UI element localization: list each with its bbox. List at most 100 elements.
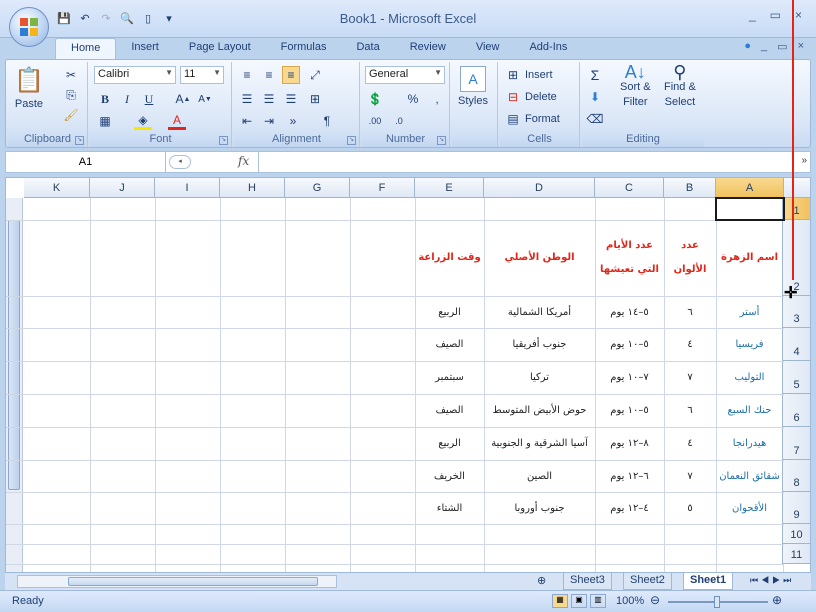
cell-flower-name[interactable]: شقائق النعمان — [716, 460, 783, 492]
help-icon[interactable]: ● — [744, 40, 751, 53]
column-header-i[interactable]: I — [155, 178, 220, 198]
insert-sheet-icon[interactable]: ⊕ — [537, 574, 546, 587]
styles-button[interactable]: A Styles — [458, 66, 488, 107]
active-cell-a1[interactable] — [715, 197, 785, 221]
cell-lifespan[interactable]: ٧–١٠ يوم — [595, 361, 664, 394]
currency-icon[interactable]: 💲 — [366, 90, 384, 108]
column-header-j[interactable]: J — [90, 178, 155, 198]
cell-native-region[interactable]: أمريكا الشمالية — [484, 296, 595, 328]
cell-flower-name[interactable]: هيدرانجا — [716, 427, 783, 460]
cell-native-region[interactable]: تركيا — [484, 361, 595, 394]
sheet-tab-sheet2[interactable]: Sheet2 — [623, 573, 672, 590]
font-size-combo[interactable]: 11 ▼ — [180, 66, 224, 84]
zoom-slider[interactable] — [668, 596, 768, 608]
row-header-10[interactable]: 10 — [782, 524, 810, 544]
normal-view-icon[interactable]: ▦ — [552, 594, 568, 608]
column-header-a[interactable]: A — [716, 178, 784, 198]
column-header-b[interactable]: B — [664, 178, 716, 198]
header-planting-season[interactable]: وقت الزراعة — [415, 220, 484, 296]
column-header-c[interactable]: C — [595, 178, 664, 198]
horizontal-scroll-thumb[interactable] — [68, 577, 318, 586]
column-header-f[interactable]: F — [350, 178, 415, 198]
maximize-button[interactable]: ▭ — [770, 8, 781, 22]
font-color-icon[interactable]: A — [168, 112, 186, 130]
increase-decimal-icon[interactable]: .00 — [366, 112, 384, 130]
cell-color-count[interactable]: ٧ — [664, 460, 716, 492]
cell-planting-season[interactable]: الربيع — [415, 427, 484, 460]
minimize-button[interactable]: _ — [749, 8, 756, 22]
cell-color-count[interactable]: ٧ — [664, 361, 716, 394]
middle-align-icon[interactable]: ≡ — [260, 66, 278, 84]
autosum-icon[interactable]: Σ — [586, 66, 604, 84]
font-name-combo[interactable]: Calibri ▼ — [94, 66, 176, 84]
insert-function-icon[interactable]: fx — [238, 154, 249, 168]
cell-color-count[interactable]: ٤ — [664, 427, 716, 460]
formula-input[interactable] — [258, 152, 792, 172]
cell-lifespan[interactable]: ٨–١٢ يوم — [595, 427, 664, 460]
cell-native-region[interactable]: جنوب أفريقيا — [484, 328, 595, 361]
zoom-in-icon[interactable]: ⊕ — [772, 593, 782, 607]
cell-lifespan[interactable]: ٥–١٤ يوم — [595, 296, 664, 328]
cell-planting-season[interactable]: الصيف — [415, 328, 484, 361]
expand-formula-bar-icon[interactable]: » — [801, 155, 807, 166]
cell-planting-season[interactable]: الشتاء — [415, 492, 484, 524]
number-format-combo[interactable]: General ▼ — [365, 66, 445, 84]
tab-insert[interactable]: Insert — [116, 38, 174, 60]
header-native-region[interactable]: الوطن الأصلي — [484, 220, 595, 296]
orientation-icon[interactable]: ⤢ — [306, 66, 324, 84]
sheet-nav-arrows-icon[interactable]: ⏮◀▶⏭ — [750, 575, 794, 586]
cell-color-count[interactable]: ٤ — [664, 328, 716, 361]
doc-restore-button[interactable]: ▭ — [777, 40, 787, 53]
paste-button[interactable]: 📋 Paste — [14, 66, 44, 110]
cell-native-region[interactable]: الصين — [484, 460, 595, 492]
zoom-slider-thumb[interactable] — [714, 596, 720, 608]
sort-filter-button[interactable]: A↓ Sort & Filter — [620, 63, 651, 108]
align-left-icon[interactable]: ☰ — [238, 90, 256, 108]
cell-flower-name[interactable]: حنك السبع — [716, 394, 783, 427]
cell-lifespan[interactable]: ٥–١٠ يوم — [595, 394, 664, 427]
grow-font-icon[interactable]: A ▲ — [174, 90, 192, 108]
zoom-level[interactable]: 100% — [616, 595, 644, 607]
rtl-icon[interactable]: ¶ — [318, 112, 336, 130]
row-header-5[interactable]: 5 — [782, 361, 810, 394]
select-all-corner[interactable] — [782, 178, 810, 198]
cell-native-region[interactable]: آسيا الشرقية و الجنوبية — [484, 427, 595, 460]
cell-flower-name[interactable]: التوليب — [716, 361, 783, 394]
fill-icon[interactable]: ⬇ — [586, 88, 604, 106]
center-icon[interactable]: ☰ — [260, 90, 278, 108]
tab-data[interactable]: Data — [341, 38, 394, 60]
clear-icon[interactable]: ⌫ — [586, 110, 604, 128]
doc-minimize-button[interactable]: _ — [761, 40, 767, 53]
column-header-h[interactable]: H — [220, 178, 285, 198]
format-painter-icon[interactable]: 🖌 — [62, 106, 80, 124]
cell-lifespan[interactable]: ٦–١٢ يوم — [595, 460, 664, 492]
tab-add-ins[interactable]: Add-Ins — [514, 38, 582, 60]
column-header-d[interactable]: D — [484, 178, 595, 198]
bold-button[interactable]: B — [96, 90, 114, 108]
header-lifespan-days[interactable]: عدد الأيام التي تعيشها — [595, 220, 664, 296]
align-right-icon[interactable]: ☰ — [282, 90, 300, 108]
tab-formulas[interactable]: Formulas — [266, 38, 342, 60]
shrink-font-icon[interactable]: A ▼ — [196, 90, 214, 108]
name-box-dropdown-icon[interactable]: ◂ — [169, 155, 191, 169]
zoom-out-icon[interactable]: ⊖ — [650, 593, 660, 607]
top-align-icon[interactable]: ≡ — [238, 66, 256, 84]
bottom-align-icon[interactable]: ≡ — [282, 66, 300, 84]
column-header-g[interactable]: G — [285, 178, 350, 198]
text-direction-icon[interactable]: » — [284, 112, 302, 130]
underline-button[interactable]: U — [140, 90, 158, 108]
header-color-count[interactable]: عدد الألوان — [664, 220, 716, 296]
cell-color-count[interactable]: ٦ — [664, 394, 716, 427]
name-box[interactable]: A1 — [6, 152, 166, 172]
vertical-scroll-thumb[interactable] — [8, 220, 20, 490]
tab-review[interactable]: Review — [395, 38, 461, 60]
row-header-8[interactable]: 8 — [782, 460, 810, 492]
row-header-11[interactable]: 11 — [782, 544, 810, 564]
row-header-9[interactable]: 9 — [782, 492, 810, 524]
merge-center-icon[interactable]: ⊞ — [306, 90, 324, 108]
cell-flower-name[interactable]: أستر — [716, 296, 783, 328]
header-flower-name[interactable]: اسم الزهرة — [716, 220, 783, 296]
increase-indent-icon[interactable]: ⇥ — [260, 112, 278, 130]
find-select-button[interactable]: ⚲ Find & Select — [664, 63, 696, 108]
row-header-4[interactable]: 4 — [782, 328, 810, 361]
